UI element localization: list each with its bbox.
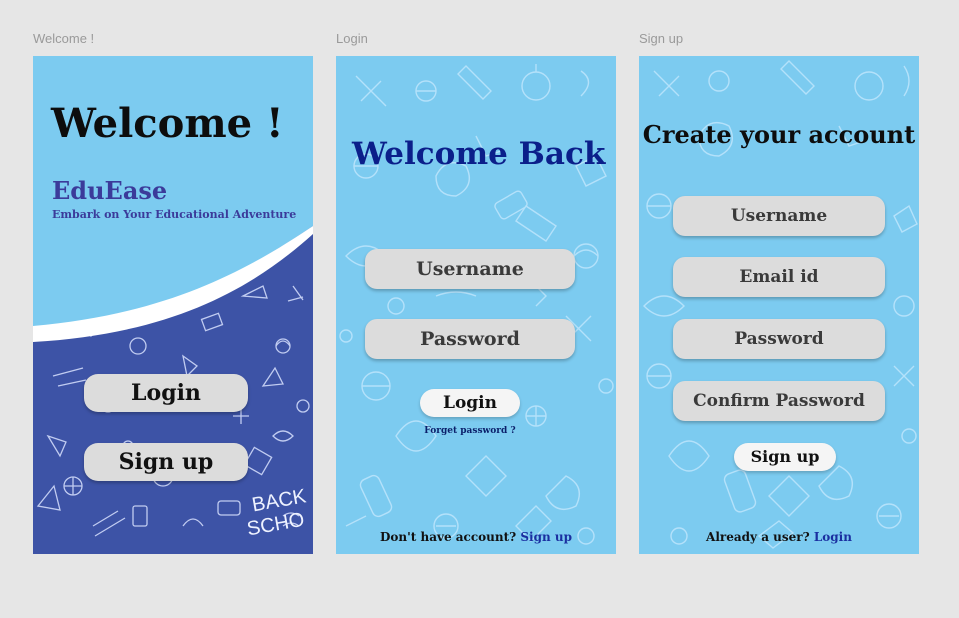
- signup-password-input[interactable]: Password: [673, 319, 885, 359]
- signup-confirm-password-input[interactable]: Confirm Password: [673, 381, 885, 421]
- username-input[interactable]: Username: [365, 249, 575, 289]
- signup-heading: Create your account: [642, 120, 916, 149]
- brand-name: EduEase: [52, 176, 168, 205]
- frame-label-welcome: Welcome !: [33, 31, 95, 46]
- welcome-heading: Welcome !: [51, 100, 284, 147]
- forgot-password-link[interactable]: Forget password ?: [336, 426, 604, 436]
- login-submit-button[interactable]: Login: [420, 389, 520, 417]
- frame-label-signup: Sign up: [639, 31, 684, 46]
- welcome-screen: BACK SCHO Welcome ! EduEase Embark on Yo…: [33, 56, 313, 554]
- signup-username-input[interactable]: Username: [673, 196, 885, 236]
- science-doodle-pattern-icon: [339, 64, 614, 545]
- signup-link[interactable]: Sign up: [520, 530, 572, 544]
- login-footer-text: Don't have account?: [379, 530, 517, 544]
- signup-footer-text: Already a user?: [706, 530, 810, 544]
- login-link[interactable]: Login: [814, 530, 852, 544]
- signup-screen: Create your account Username Email id Pa…: [639, 56, 919, 554]
- frame-label-login: Login: [336, 31, 368, 46]
- login-footer: Don't have account? Sign up: [336, 530, 616, 544]
- login-screen: Welcome Back ! Username Password Login F…: [336, 56, 616, 554]
- signup-submit-button[interactable]: Sign up: [734, 443, 836, 471]
- signup-email-input[interactable]: Email id: [673, 257, 885, 297]
- brand-tagline: Embark on Your Educational Adventure: [52, 208, 297, 221]
- signup-footer: Already a user? Login: [639, 530, 919, 544]
- login-heading: Welcome Back !: [352, 136, 616, 172]
- login-button[interactable]: Login: [84, 374, 248, 412]
- password-input[interactable]: Password: [365, 319, 575, 359]
- signup-button[interactable]: Sign up: [84, 443, 248, 481]
